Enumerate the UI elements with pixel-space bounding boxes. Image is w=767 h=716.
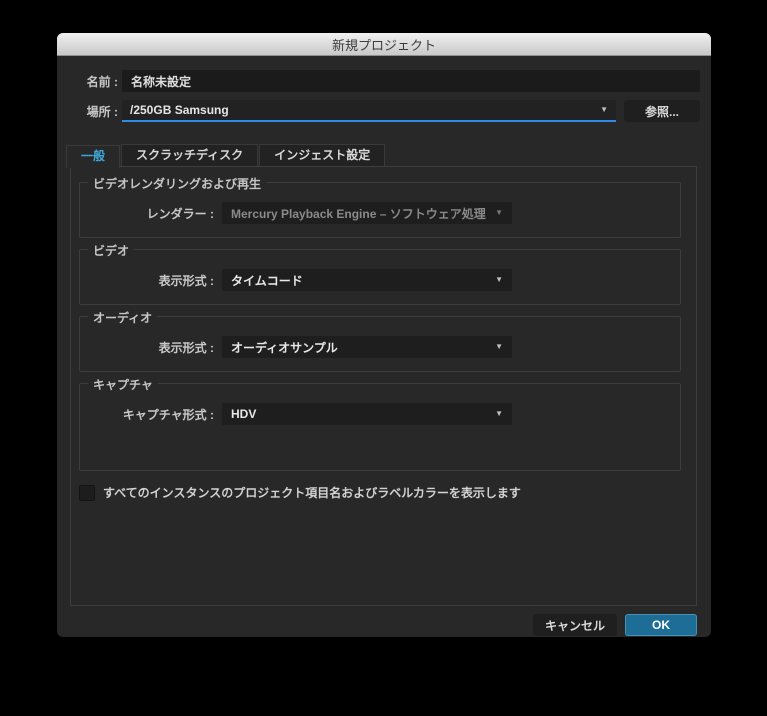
section-video: ビデオ 表示形式 : タイムコード ▼ [79,242,681,305]
renderer-value: Mercury Playback Engine – ソフトウェア処理 [231,206,486,221]
capture-format-row: キャプチャ形式 : HDV ▼ [80,403,680,425]
new-project-dialog: 新規プロジェクト 名前 : 場所 : /250GB Samsung ▼ 参照..… [57,33,711,637]
capture-format-dropdown[interactable]: HDV ▼ [222,403,512,425]
chevron-down-icon: ▼ [600,105,608,114]
dialog-title: 新規プロジェクト [331,37,436,53]
name-row: 名前 : [65,70,700,92]
capture-format-label: キャプチャ形式 : [122,407,214,422]
audio-display-format-label: 表示形式 : [158,340,214,355]
capture-format-value: HDV [231,407,257,421]
renderer-row: レンダラー : Mercury Playback Engine – ソフトウェア… [80,202,680,224]
chevron-down-icon: ▼ [495,275,503,284]
chevron-down-icon: ▼ [495,409,503,418]
project-name-input[interactable] [122,70,700,92]
section-capture-title: キャプチャ [88,376,158,393]
section-video-rendering-title: ビデオレンダリングおよび再生 [88,175,267,192]
location-row: 場所 : /250GB Samsung ▼ 参照... [65,100,700,122]
section-video-rendering: ビデオレンダリングおよび再生 レンダラー : Mercury Playback … [79,175,681,238]
location-label: 場所 : [86,104,118,119]
video-display-format-row: 表示形式 : タイムコード ▼ [80,269,680,291]
display-names-checkbox-label: すべてのインスタンスのプロジェクト項目名およびラベルカラーを表示します [103,486,521,500]
tab-scratch-disks[interactable]: スクラッチディスク [121,144,259,166]
section-audio: オーディオ 表示形式 : オーディオサンプル ▼ [79,309,681,372]
name-label: 名前 : [86,74,118,89]
video-display-format-value: タイムコード [231,273,303,288]
renderer-label: レンダラー : [146,206,214,221]
video-display-format-label: 表示形式 : [158,273,214,288]
audio-display-format-row: 表示形式 : オーディオサンプル ▼ [80,336,680,358]
audio-display-format-value: オーディオサンプル [231,340,338,355]
dialog-body: 名前 : 場所 : /250GB Samsung ▼ 参照... 一般 スクラッ… [57,56,711,637]
location-dropdown[interactable]: /250GB Samsung ▼ [122,100,616,122]
dialog-footer: キャンセル OK [532,614,697,636]
chevron-down-icon: ▼ [495,342,503,351]
dialog-titlebar[interactable]: 新規プロジェクト [57,33,711,56]
tab-general[interactable]: 一般 [66,145,121,168]
section-capture: キャプチャ キャプチャ形式 : HDV ▼ [79,376,681,471]
display-names-checkbox[interactable] [79,484,95,501]
video-display-format-dropdown[interactable]: タイムコード ▼ [222,269,512,291]
section-audio-title: オーディオ [88,309,158,326]
chevron-down-icon: ▼ [495,208,503,217]
audio-display-format-dropdown[interactable]: オーディオサンプル ▼ [222,336,512,358]
tab-bar: 一般 スクラッチディスク インジェスト設定 [66,144,711,168]
location-value: /250GB Samsung [130,103,229,117]
ok-button[interactable]: OK [625,614,697,636]
renderer-dropdown[interactable]: Mercury Playback Engine – ソフトウェア処理 ▼ [222,202,512,224]
cancel-button[interactable]: キャンセル [532,614,617,636]
display-names-option-row: すべてのインスタンスのプロジェクト項目名およびラベルカラーを表示します [79,484,681,501]
general-tab-panel: ビデオレンダリングおよび再生 レンダラー : Mercury Playback … [70,166,697,606]
browse-button[interactable]: 参照... [624,100,700,122]
section-video-title: ビデオ [88,242,135,259]
tab-ingest-settings[interactable]: インジェスト設定 [259,144,386,166]
